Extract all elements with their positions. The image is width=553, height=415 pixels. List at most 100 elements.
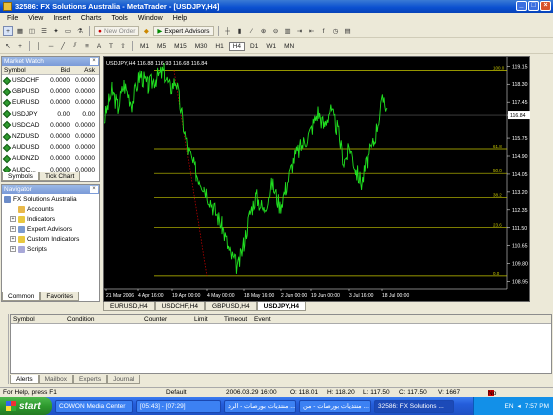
- tab-mailbox[interactable]: Mailbox: [38, 375, 74, 384]
- language-indicator[interactable]: EN: [504, 403, 513, 410]
- navigator-item-scripts[interactable]: + Scripts: [2, 244, 99, 254]
- menu-insert[interactable]: Insert: [48, 15, 76, 22]
- fibonacci-icon[interactable]: ≡: [82, 41, 92, 51]
- task-metatrader[interactable]: 32586: FX Solutions ...: [374, 399, 454, 413]
- tab-experts[interactable]: Experts: [73, 375, 108, 384]
- chart-window[interactable]: USDJPY,H4 116.88 116.93 116.68 116.84 119…: [103, 56, 530, 302]
- start-button[interactable]: start: [0, 397, 52, 415]
- navigator-root[interactable]: FX Solutions Australia: [2, 194, 99, 204]
- data-window-icon[interactable]: ☰: [39, 26, 49, 36]
- market-watch-row[interactable]: GBPUSD 0.0000 0.0000: [2, 86, 99, 97]
- menu-help[interactable]: Help: [168, 15, 192, 22]
- column-limit[interactable]: Limit: [194, 316, 208, 323]
- metaeditor-icon[interactable]: ◆: [141, 26, 151, 36]
- bar-chart-icon[interactable]: ┼: [223, 26, 233, 36]
- market-watch-row[interactable]: USDCHF 0.0000 0.0000: [2, 75, 99, 86]
- timeframe-m1[interactable]: M1: [137, 43, 152, 50]
- column-event[interactable]: Event: [254, 316, 271, 323]
- strategy-tester-icon[interactable]: ⚗: [75, 26, 85, 36]
- task-browser-1[interactable]: منتديات بورصات - الرد ...: [224, 399, 296, 413]
- terminal-icon[interactable]: ▭: [63, 26, 73, 36]
- market-watch-row[interactable]: EURUSD 0.0000 0.0000: [2, 97, 99, 108]
- maximize-button[interactable]: □: [528, 1, 539, 11]
- candlestick-icon[interactable]: ▮: [235, 26, 245, 36]
- menu-charts[interactable]: Charts: [76, 15, 107, 22]
- column-condition[interactable]: Condition: [67, 316, 94, 323]
- vertical-line-icon[interactable]: │: [34, 41, 44, 51]
- market-watch-row[interactable]: AUDNZD 0.0000 0.0000: [2, 153, 99, 164]
- templates-icon[interactable]: ▤: [343, 26, 353, 36]
- line-chart-icon[interactable]: ⁄: [247, 26, 257, 36]
- column-bid[interactable]: Bid: [42, 67, 70, 74]
- horizontal-line-icon[interactable]: ─: [46, 41, 56, 51]
- expand-icon[interactable]: +: [10, 216, 16, 222]
- close-icon[interactable]: ×: [90, 186, 98, 193]
- market-watch-icon[interactable]: ◫: [27, 26, 37, 36]
- tab-journal[interactable]: Journal: [107, 375, 141, 384]
- timeframe-d1[interactable]: D1: [247, 43, 261, 50]
- market-watch-row[interactable]: USDCAD 0.0000 0.0000: [2, 120, 99, 131]
- new-order-button[interactable]: ● New Order: [94, 26, 140, 36]
- timeframe-m15[interactable]: M15: [171, 43, 190, 50]
- menu-view[interactable]: View: [23, 15, 48, 22]
- timeframe-w1[interactable]: W1: [263, 43, 279, 50]
- market-watch-row[interactable]: NZDUSD 0.0000 0.0000: [2, 131, 99, 142]
- task-browser-2[interactable]: منتديات بورصات - من ...: [299, 399, 371, 413]
- expand-icon[interactable]: +: [10, 236, 16, 242]
- timeframe-m30[interactable]: M30: [192, 43, 211, 50]
- trendline-icon[interactable]: ╱: [58, 41, 68, 51]
- text-label-icon[interactable]: T: [106, 41, 116, 51]
- tray-icon[interactable]: ◂: [518, 402, 521, 410]
- close-button[interactable]: ×: [540, 1, 551, 11]
- navigator-icon[interactable]: ✦: [51, 26, 61, 36]
- expert-advisors-button[interactable]: ▶ Expert Advisors: [153, 26, 214, 36]
- zoom-in-icon[interactable]: ⊕: [259, 26, 269, 36]
- chart-tab-usdjpy[interactable]: USDJPY,H4: [256, 302, 307, 311]
- close-icon[interactable]: ×: [90, 58, 98, 65]
- menu-tools[interactable]: Tools: [106, 15, 132, 22]
- arrows-icon[interactable]: ⇧: [118, 41, 128, 51]
- market-watch-row[interactable]: USDJPY 0.00 0.00: [2, 109, 99, 120]
- expand-icon[interactable]: +: [10, 226, 16, 232]
- timeframe-h4[interactable]: H4: [228, 41, 245, 51]
- column-ask[interactable]: Ask: [70, 67, 97, 74]
- minimize-button[interactable]: _: [516, 1, 527, 11]
- indicators-icon[interactable]: f: [319, 26, 329, 36]
- market-watch-row[interactable]: AUDUSD 0.0000 0.0000: [2, 142, 99, 153]
- navigator-item-custom-indicators[interactable]: + Custom Indicators: [2, 234, 99, 244]
- timeframe-mn[interactable]: MN: [281, 43, 297, 50]
- tab-favorites[interactable]: Favorites: [40, 292, 80, 301]
- column-symbol[interactable]: Symbol: [13, 316, 35, 323]
- crosshair-icon[interactable]: +: [15, 41, 25, 51]
- chart-tab-eurusd[interactable]: EURUSD,H4: [103, 302, 155, 311]
- navigator-item-indicators[interactable]: + Indicators: [2, 214, 99, 224]
- tab-alerts[interactable]: Alerts: [10, 375, 39, 384]
- menu-file[interactable]: File: [2, 15, 23, 22]
- periods-icon[interactable]: ◷: [331, 26, 341, 36]
- chart-tab-usdchf[interactable]: USDCHF,H4: [154, 302, 206, 311]
- chart-tab-gbpusd[interactable]: GBPUSD,H4: [205, 302, 257, 311]
- cursor-icon[interactable]: ↖: [3, 41, 13, 51]
- tab-common[interactable]: Common: [2, 292, 41, 301]
- navigator-item-expert-advisors[interactable]: + Expert Advisors: [2, 224, 99, 234]
- expand-icon[interactable]: +: [10, 246, 16, 252]
- timeframe-h1[interactable]: H1: [212, 43, 226, 50]
- chart-shift-icon[interactable]: ⇤: [307, 26, 317, 36]
- new-chart-icon[interactable]: +: [3, 26, 13, 36]
- tile-windows-icon[interactable]: ▥: [283, 26, 293, 36]
- zoom-out-icon[interactable]: ⊖: [271, 26, 281, 36]
- task-cowon[interactable]: COWON Media Center: [55, 399, 133, 413]
- autoscroll-icon[interactable]: ⇥: [295, 26, 305, 36]
- price-chart[interactable]: USDJPY,H4 116.88 116.93 116.68 116.84 119…: [103, 57, 531, 303]
- column-counter[interactable]: Counter: [144, 316, 167, 323]
- tab-tick-chart[interactable]: Tick Chart: [38, 172, 81, 181]
- timeframe-m5[interactable]: M5: [154, 43, 169, 50]
- task-player[interactable]: [05:43] - [07:29]: [136, 399, 221, 413]
- tab-symbols[interactable]: Symbols: [2, 172, 39, 181]
- channel-icon[interactable]: ⫽: [70, 41, 80, 51]
- profiles-icon[interactable]: ▦: [15, 26, 25, 36]
- navigator-item-accounts[interactable]: Accounts: [2, 204, 99, 214]
- column-timeout[interactable]: Timeout: [224, 316, 247, 323]
- text-icon[interactable]: A: [94, 41, 104, 51]
- menu-window[interactable]: Window: [133, 15, 168, 22]
